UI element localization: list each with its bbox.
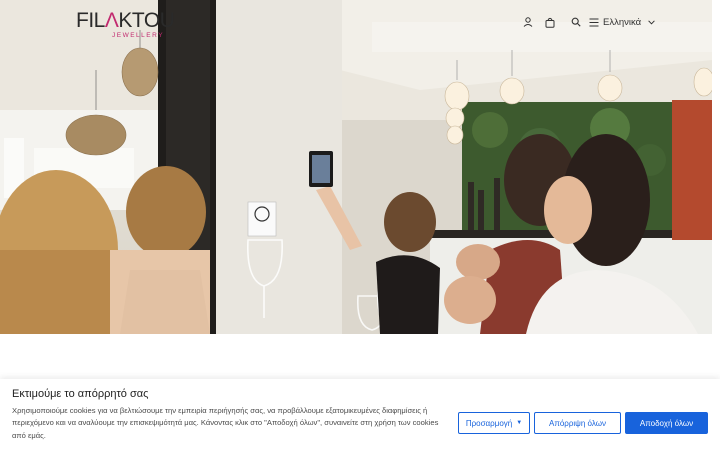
language-selector[interactable]: Ελληνικά	[603, 15, 655, 29]
accept-all-button[interactable]: Αποδοχή όλων	[625, 412, 708, 434]
user-icon[interactable]	[520, 14, 536, 30]
chevron-down-icon	[648, 17, 655, 28]
menu-icon[interactable]	[586, 14, 602, 30]
cookie-banner-text: Χρησιμοποιούμε cookies για να βελτιώσουμ…	[12, 406, 439, 440]
customize-button[interactable]: Προσαρμογή ▼	[458, 412, 530, 434]
hero-scene	[0, 0, 712, 334]
reject-all-button[interactable]: Απόρριψη όλων	[534, 412, 621, 434]
customize-label: Προσαρμογή	[465, 418, 513, 428]
language-label: Ελληνικά	[603, 16, 642, 28]
shopping-bag-icon[interactable]	[542, 14, 558, 30]
cookie-banner-title: Εκτιμούμε το απόρρητό σας	[12, 388, 149, 400]
brand-logo[interactable]: FILΛKTOU JEWELLERY	[76, 9, 175, 39]
logo-wordmark: FILΛKTOU	[76, 9, 175, 32]
logo-tagline: JEWELLERY	[112, 32, 165, 39]
hero-image: FILΛKTOU JEWELLERY Ελληνικά	[0, 0, 712, 334]
header-actions	[520, 14, 606, 30]
page: FILΛKTOU JEWELLERY Ελληνικά Εκτιμούμε το…	[0, 0, 720, 450]
search-icon[interactable]	[568, 14, 584, 30]
caret-down-icon: ▼	[516, 420, 523, 426]
